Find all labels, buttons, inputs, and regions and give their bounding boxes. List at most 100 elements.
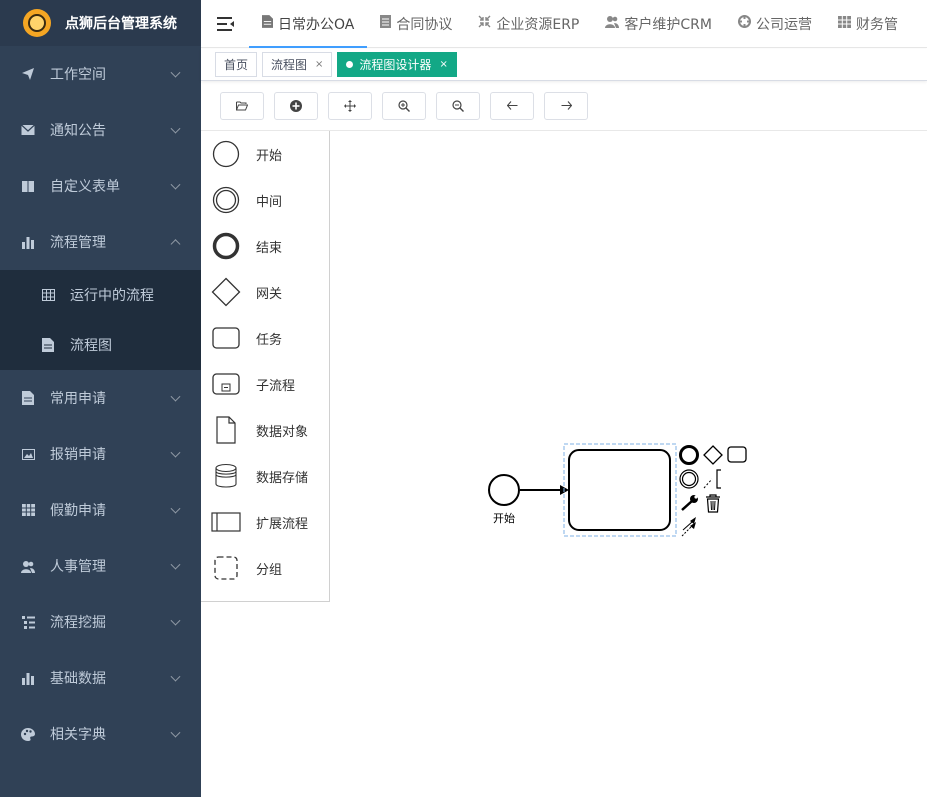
- append-text-annotation-icon[interactable]: [703, 469, 721, 489]
- sidebar-item-label: 相关字典: [50, 727, 106, 743]
- arrow-left-icon: [506, 101, 517, 110]
- wrench-icon[interactable]: [681, 495, 698, 511]
- target-icon: [737, 15, 751, 32]
- start-event-node[interactable]: [488, 474, 520, 506]
- zoom-out-button[interactable]: [436, 91, 480, 120]
- palette-item-group[interactable]: 分组: [201, 545, 329, 591]
- diagram-canvas[interactable]: 开始: [330, 131, 927, 797]
- start-event-label: 开始: [493, 511, 515, 525]
- active-dot-icon: [346, 61, 354, 68]
- grid-icon: [20, 502, 36, 518]
- task-node[interactable]: [568, 449, 671, 531]
- palette-item-gateway[interactable]: 网关: [201, 269, 329, 315]
- sidebar-item-label: 假勤申请: [50, 503, 106, 519]
- sequence-flow[interactable]: [520, 485, 569, 495]
- designer-toolbar: [201, 81, 927, 131]
- sidebar-toggle-button[interactable]: [201, 0, 249, 47]
- move-icon: [344, 99, 356, 112]
- sidebar-item-process-mining[interactable]: 流程挖掘: [0, 594, 201, 650]
- top-tab-oa[interactable]: 日常办公OA: [249, 0, 368, 48]
- palette-item-label: 分组: [256, 562, 283, 578]
- close-icon[interactable]: ×: [439, 59, 447, 70]
- send-icon: [20, 66, 36, 82]
- top-navbar: 日常办公OA 合同协议 企业资源ERP 客户维护CRM 公司运营 财务管: [201, 0, 927, 48]
- palette-item-label: 数据对象: [256, 424, 309, 440]
- sidebar: 点狮后台管理系统 工作空间 通知公告 自定义表单 流程管理 运行中的流程 流程图…: [0, 0, 201, 797]
- bar-chart-icon: [20, 234, 36, 250]
- grid-icon: [837, 15, 851, 32]
- palette-item-subprocess[interactable]: 子流程: [201, 361, 329, 407]
- palette-item-label: 开始: [256, 148, 283, 164]
- open-file-button[interactable]: [220, 91, 264, 120]
- sidebar-item-label: 流程图: [70, 338, 112, 354]
- sidebar-item-leave-requests[interactable]: 假勤申请: [0, 482, 201, 538]
- palette-item-end-event[interactable]: 结束: [201, 223, 329, 269]
- image-icon: [20, 446, 36, 462]
- intermediate-event-icon: [211, 185, 241, 215]
- top-tab-operations[interactable]: 公司运营: [725, 0, 825, 47]
- append-intermediate-event-icon[interactable]: [679, 469, 699, 489]
- create-new-button[interactable]: [274, 91, 318, 120]
- chevron-down-icon: [170, 503, 181, 514]
- zoom-out-icon: [452, 99, 464, 112]
- palette-item-label: 中间: [256, 194, 283, 210]
- sidebar-item-notices[interactable]: 通知公告: [0, 102, 201, 158]
- sidebar-item-process-management[interactable]: 流程管理: [0, 214, 201, 270]
- server-icon: [380, 15, 392, 32]
- sidebar-item-running-processes[interactable]: 运行中的流程: [0, 270, 201, 320]
- lion-logo-icon: [23, 9, 51, 37]
- chevron-down-icon: [170, 391, 181, 402]
- palette-item-task[interactable]: 任务: [201, 315, 329, 361]
- sidebar-item-label: 常用申请: [50, 391, 106, 407]
- sidebar-item-label: 自定义表单: [50, 179, 120, 195]
- mail-icon: [20, 122, 36, 138]
- chevron-down-icon: [170, 671, 181, 682]
- task-icon: [211, 323, 241, 353]
- top-tab-erp[interactable]: 企业资源ERP: [465, 0, 592, 47]
- palette-item-start-event[interactable]: 开始: [201, 131, 329, 177]
- top-tab-label: 财务管: [855, 16, 898, 33]
- sidebar-item-label: 通知公告: [50, 123, 106, 139]
- sidebar-item-label: 工作空间: [50, 67, 106, 83]
- chevron-down-icon: [170, 179, 181, 190]
- zoom-in-icon: [398, 99, 410, 112]
- move-canvas-button[interactable]: [328, 91, 372, 120]
- sidebar-item-common-requests[interactable]: 常用申请: [0, 370, 201, 426]
- logo-area[interactable]: 点狮后台管理系统: [0, 0, 201, 46]
- top-tab-finance[interactable]: 财务管: [825, 0, 911, 47]
- data-store-icon: [211, 461, 241, 491]
- book-icon: [20, 178, 36, 194]
- palette-item-data-object[interactable]: 数据对象: [201, 407, 329, 453]
- palette-item-data-store[interactable]: 数据存储: [201, 453, 329, 499]
- close-icon[interactable]: ×: [315, 59, 323, 70]
- redo-button[interactable]: [544, 91, 588, 120]
- end-event-icon: [211, 231, 241, 261]
- sidebar-item-dictionary[interactable]: 相关字典: [0, 706, 201, 762]
- palette-item-label: 结束: [256, 240, 283, 256]
- top-tab-crm[interactable]: 客户维护CRM: [592, 0, 725, 47]
- sidebar-item-flowchart[interactable]: 流程图: [0, 320, 201, 370]
- palette-item-label: 扩展流程: [256, 516, 309, 532]
- tree-list-icon: [20, 614, 36, 630]
- sidebar-item-hr[interactable]: 人事管理: [0, 538, 201, 594]
- zoom-in-button[interactable]: [382, 91, 426, 120]
- sidebar-item-reimbursement[interactable]: 报销申请: [0, 426, 201, 482]
- tag-home[interactable]: 首页: [215, 52, 258, 77]
- palette-item-pool[interactable]: 扩展流程: [201, 499, 329, 545]
- append-end-event-icon[interactable]: [679, 445, 699, 465]
- tag-flowchart-designer[interactable]: 流程图设计器 ×: [337, 52, 457, 77]
- top-tab-label: 合同协议: [396, 16, 453, 33]
- connect-arrow-icon[interactable]: [681, 517, 696, 537]
- trash-icon[interactable]: [706, 494, 720, 513]
- start-event-icon: [211, 139, 241, 169]
- sidebar-item-custom-form[interactable]: 自定义表单: [0, 158, 201, 214]
- chevron-down-icon: [170, 727, 181, 738]
- append-task-icon[interactable]: [727, 446, 747, 463]
- append-gateway-icon[interactable]: [703, 445, 723, 465]
- top-tab-contracts[interactable]: 合同协议: [367, 0, 465, 47]
- sidebar-item-basic-data[interactable]: 基础数据: [0, 650, 201, 706]
- palette-item-intermediate-event[interactable]: 中间: [201, 177, 329, 223]
- sidebar-item-workspace[interactable]: 工作空间: [0, 46, 201, 102]
- undo-button[interactable]: [490, 91, 534, 120]
- tag-flowchart[interactable]: 流程图 ×: [262, 52, 333, 77]
